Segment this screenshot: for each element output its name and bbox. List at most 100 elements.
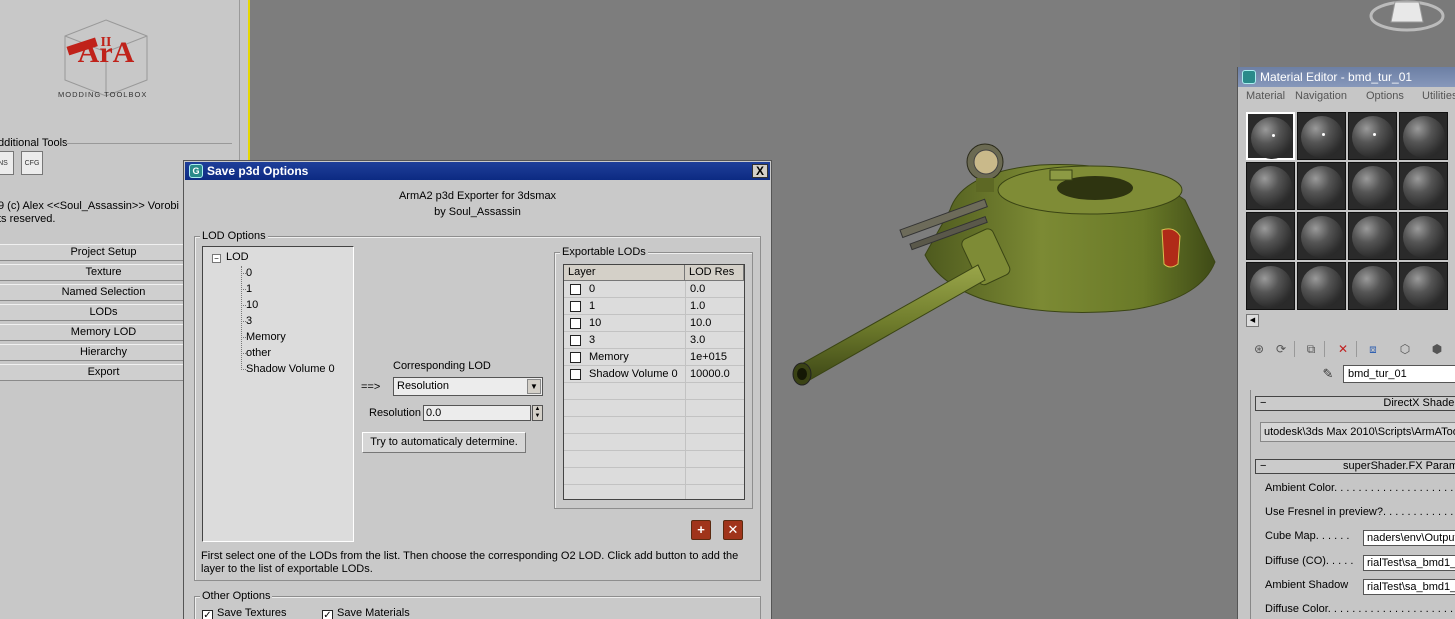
material-slot[interactable] bbox=[1399, 112, 1448, 160]
close-button[interactable]: X bbox=[752, 164, 768, 178]
menu-navigation[interactable]: Navigation bbox=[1295, 90, 1347, 102]
material-slot[interactable] bbox=[1297, 212, 1346, 260]
menu-utilities[interactable]: Utilities bbox=[1422, 90, 1455, 102]
save-textures-checkbox[interactable]: ✓ Save Textures bbox=[202, 606, 287, 619]
add-lod-button[interactable]: + bbox=[691, 520, 711, 540]
material-slot[interactable] bbox=[1297, 112, 1346, 160]
checkmark-icon[interactable]: ✓ bbox=[322, 610, 333, 619]
material-slot[interactable] bbox=[1348, 262, 1397, 310]
table-row[interactable]: 1 1.0 bbox=[564, 298, 744, 315]
tool-ns-icon[interactable]: NS bbox=[0, 151, 14, 175]
row-checkbox[interactable] bbox=[570, 284, 581, 295]
material-editor-menubar: Material Navigation Options Utilities bbox=[1238, 88, 1455, 106]
put-to-scene-icon[interactable]: ⟳ bbox=[1272, 341, 1290, 357]
material-sphere-icon bbox=[1403, 116, 1445, 158]
material-sphere-icon bbox=[1250, 266, 1292, 308]
param-use-fresnel: Use Fresnel in preview?. . . . . . . . .… bbox=[1265, 506, 1455, 518]
texture-button[interactable]: Texture bbox=[0, 264, 212, 281]
save-p3d-options-dialog: G Save p3d Options X ArmA2 p3d Exporter … bbox=[183, 160, 772, 619]
copyright-line: 9 (c) Alex <<Soul_Assassin>> Vorobi bbox=[0, 200, 179, 212]
material-slot[interactable] bbox=[1348, 212, 1397, 260]
tree-item[interactable]: 0 bbox=[246, 266, 252, 280]
material-effects-icon[interactable]: ⬢ bbox=[1428, 341, 1446, 357]
cube-map-button[interactable]: naders\env\Output bbox=[1363, 530, 1455, 546]
material-sphere-icon bbox=[1250, 216, 1292, 258]
material-slot[interactable] bbox=[1297, 262, 1346, 310]
tool-cfg-icon[interactable]: CFG bbox=[21, 151, 43, 175]
column-lod-res[interactable]: LOD Res bbox=[685, 265, 744, 280]
material-slot[interactable] bbox=[1246, 262, 1295, 310]
material-slot[interactable] bbox=[1348, 112, 1397, 160]
material-sphere-icon bbox=[1301, 166, 1343, 208]
save-materials-checkbox[interactable]: ✓ Save Materials bbox=[322, 606, 410, 619]
exportable-lods-table[interactable]: Layer LOD Res 0 0.0 1 1.0 10 10.0 3 3.0 … bbox=[563, 264, 745, 500]
lods-button[interactable]: LODs bbox=[0, 304, 212, 321]
tree-item[interactable]: 1 bbox=[246, 282, 252, 296]
lod-tree[interactable]: − LOD 0 1 10 3 Memory other Shadow Volum… bbox=[202, 246, 354, 542]
row-checkbox[interactable] bbox=[570, 369, 581, 380]
tree-item[interactable]: Shadow Volume 0 bbox=[246, 362, 335, 376]
material-editor-titlebar[interactable]: Material Editor - bmd_tur_01 bbox=[1238, 67, 1455, 87]
row-checkbox[interactable] bbox=[570, 301, 581, 312]
supershader-params-rollout[interactable]: − superShader.FX Param bbox=[1255, 459, 1455, 474]
row-checkbox[interactable] bbox=[570, 335, 581, 346]
select-value: Resolution bbox=[397, 380, 449, 392]
viewcube-icon[interactable] bbox=[1365, 0, 1445, 36]
table-row[interactable]: 10 10.0 bbox=[564, 315, 744, 332]
memory-lod-button[interactable]: Memory LOD bbox=[0, 324, 212, 341]
tree-item[interactable]: Memory bbox=[246, 330, 286, 344]
eyedropper-icon[interactable]: ✎ bbox=[1320, 366, 1336, 382]
tree-item[interactable]: 3 bbox=[246, 314, 252, 328]
menu-options[interactable]: Options bbox=[1366, 90, 1404, 102]
material-slot[interactable] bbox=[1246, 162, 1295, 210]
collapse-icon[interactable]: − bbox=[212, 254, 221, 263]
param-ambient-shadow: Ambient Shadow bbox=[1265, 579, 1349, 591]
column-layer[interactable]: Layer bbox=[564, 265, 685, 280]
scroll-left-icon[interactable]: ◀ bbox=[1246, 314, 1259, 327]
ambient-shadow-button[interactable]: rialTest\sa_bmd1_( bbox=[1363, 579, 1455, 595]
material-slot[interactable] bbox=[1399, 262, 1448, 310]
table-row[interactable]: Memory 1e+015 bbox=[564, 349, 744, 366]
menu-material[interactable]: Material bbox=[1246, 90, 1285, 102]
table-row[interactable]: 0 0.0 bbox=[564, 281, 744, 298]
dropdown-arrow-icon[interactable]: ▼ bbox=[527, 379, 541, 394]
assign-material-icon[interactable]: ⧉ bbox=[1302, 341, 1320, 357]
material-sphere-icon bbox=[1301, 116, 1343, 158]
project-setup-button[interactable]: Project Setup bbox=[0, 244, 212, 261]
shader-path-field[interactable]: utodesk\3ds Max 2010\Scripts\ArmAToo bbox=[1260, 422, 1455, 442]
tree-root-lod[interactable]: LOD bbox=[226, 250, 249, 264]
material-slot[interactable] bbox=[1399, 212, 1448, 260]
material-slot[interactable] bbox=[1246, 212, 1295, 260]
checkmark-icon[interactable]: ✓ bbox=[202, 610, 213, 619]
remove-lod-button[interactable]: ✕ bbox=[723, 520, 743, 540]
put-to-library-icon[interactable]: ⬡ bbox=[1396, 341, 1414, 357]
dialog-titlebar[interactable]: G Save p3d Options X bbox=[185, 162, 770, 180]
layer-cell: 3 bbox=[589, 334, 596, 346]
res-cell: 10.0 bbox=[690, 317, 712, 329]
corresponding-lod-select[interactable]: Resolution ▼ bbox=[393, 377, 543, 396]
directx-shader-rollout[interactable]: − DirectX Shader bbox=[1255, 396, 1455, 411]
resolution-spinner-icon[interactable]: ▲ ▼ bbox=[532, 405, 543, 421]
res-cell: 0.0 bbox=[690, 283, 706, 295]
material-slot[interactable] bbox=[1297, 162, 1346, 210]
export-button[interactable]: Export bbox=[0, 364, 212, 381]
named-selection-button[interactable]: Named Selection bbox=[0, 284, 212, 301]
material-slot[interactable] bbox=[1399, 162, 1448, 210]
hierarchy-button[interactable]: Hierarchy bbox=[0, 344, 212, 361]
diffuse-map-button[interactable]: rialTest\sa_bmd1_( bbox=[1363, 555, 1455, 571]
resolution-input[interactable]: 0.0 bbox=[423, 405, 531, 421]
get-material-icon[interactable]: ⊛ bbox=[1250, 341, 1268, 357]
row-checkbox[interactable] bbox=[570, 318, 581, 329]
table-row[interactable]: Shadow Volume 0 10000.0 bbox=[564, 366, 744, 383]
auto-determine-button[interactable]: Try to automaticaly determine. bbox=[362, 432, 526, 453]
material-slot[interactable] bbox=[1246, 112, 1295, 160]
table-row[interactable]: 3 3.0 bbox=[564, 332, 744, 349]
tree-item[interactable]: other bbox=[246, 346, 271, 360]
reset-map-icon[interactable]: ✕ bbox=[1334, 341, 1352, 357]
material-slot[interactable] bbox=[1348, 162, 1397, 210]
res-cell: 1e+015 bbox=[690, 351, 728, 363]
row-checkbox[interactable] bbox=[570, 352, 581, 363]
tree-item[interactable]: 10 bbox=[246, 298, 258, 312]
material-name-field[interactable]: bmd_tur_01 bbox=[1343, 365, 1455, 383]
make-unique-icon[interactable]: ⧈ bbox=[1364, 341, 1382, 357]
